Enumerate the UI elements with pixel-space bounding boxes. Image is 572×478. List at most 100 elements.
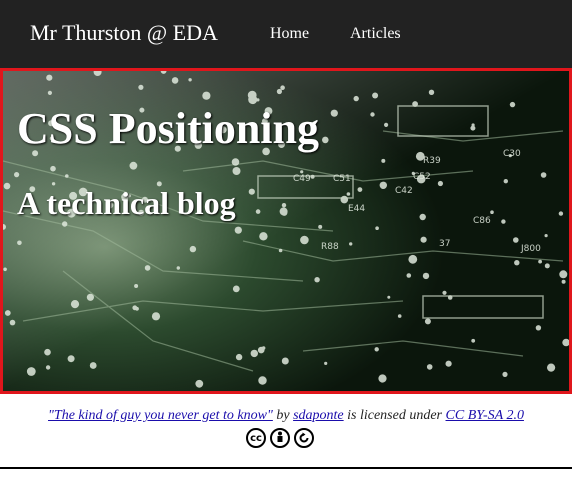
solder-dot — [232, 167, 241, 175]
solder-dot — [471, 338, 476, 343]
solder-dot — [340, 195, 349, 204]
board-label: C49 — [293, 174, 311, 184]
board-label: R88 — [321, 242, 339, 252]
solder-dot — [234, 226, 242, 234]
nav-link-home[interactable]: Home — [270, 25, 309, 43]
cc-icon[interactable]: cc — [246, 428, 266, 448]
solder-dot — [235, 353, 243, 361]
solder-dot — [86, 293, 94, 301]
solder-dot — [346, 192, 351, 196]
solder-dot — [151, 312, 161, 321]
solder-dot — [445, 360, 452, 367]
solder-dot — [318, 224, 323, 229]
solder-dot — [387, 295, 391, 299]
solder-dot — [232, 285, 240, 293]
hero-banner: C49 C51 E44 R88 C86 J800 37 C30 R39 C42 … — [0, 68, 572, 394]
solder-dot — [248, 188, 255, 195]
solder-dot — [44, 348, 51, 356]
solder-dot — [176, 266, 180, 270]
solder-dot — [426, 364, 433, 370]
license-icons: cc — [246, 428, 314, 448]
solder-dot — [188, 78, 192, 82]
solder-dot — [437, 180, 443, 187]
solder-dot — [513, 237, 519, 243]
nav-link-articles[interactable]: Articles — [350, 25, 401, 43]
solder-dot — [330, 109, 338, 117]
solder-dot — [280, 85, 285, 90]
solder-dot — [428, 89, 435, 95]
footer-divider — [0, 467, 572, 469]
solder-dot — [384, 122, 389, 127]
solder-dot — [281, 209, 288, 216]
solder-dot — [420, 236, 427, 243]
solder-dot — [378, 374, 387, 383]
solder-dot — [324, 361, 328, 365]
page-title: CSS Positioning — [17, 104, 319, 153]
solder-dot — [255, 209, 261, 214]
board-label: C52 — [413, 172, 431, 182]
author-link[interactable]: sdaponte — [293, 408, 344, 423]
solder-dot — [424, 318, 431, 325]
board-label: C51 — [333, 174, 351, 184]
solder-dot — [544, 234, 548, 238]
solder-dot — [419, 213, 426, 221]
solder-dot — [231, 158, 240, 166]
credit-licensed-text: is licensed under — [347, 408, 443, 423]
solder-dot — [375, 226, 379, 230]
image-credit: "The kind of guy you never get to know" … — [0, 408, 572, 424]
solder-dot — [50, 165, 56, 172]
solder-dot — [322, 136, 329, 144]
solder-dot — [357, 187, 363, 192]
solder-dot — [502, 371, 508, 377]
credit-by-text: by — [276, 408, 290, 423]
solder-dot — [47, 90, 53, 95]
top-navbar: Mr Thurston @ EDA Home Articles — [0, 0, 572, 68]
by-icon[interactable] — [270, 428, 290, 448]
solder-dot — [276, 88, 282, 95]
solder-dot — [250, 349, 258, 358]
solder-dot — [134, 284, 139, 288]
solder-dot — [408, 254, 418, 264]
solder-dot — [138, 84, 144, 90]
solder-dot — [202, 91, 211, 100]
license-link[interactable]: CC BY-SA 2.0 — [446, 408, 524, 423]
solder-dot — [65, 174, 69, 178]
solder-dot — [45, 365, 51, 370]
solder-dot — [349, 242, 353, 246]
solder-dot — [503, 179, 508, 184]
solder-dot — [470, 125, 476, 131]
solder-dot — [314, 277, 320, 283]
solder-dot — [558, 211, 564, 216]
solder-dot — [278, 248, 283, 253]
solder-dot — [67, 355, 75, 363]
solder-dot — [26, 367, 36, 376]
photo-title-link[interactable]: "The kind of guy you never get to know" — [48, 408, 273, 423]
solder-dot — [379, 181, 387, 189]
board-label: C30 — [503, 149, 521, 159]
sa-icon[interactable] — [294, 428, 314, 448]
solder-dot — [406, 273, 412, 278]
solder-dot — [3, 267, 7, 272]
solder-dot — [3, 182, 11, 190]
solder-dot — [129, 161, 138, 170]
board-label: E44 — [348, 204, 365, 214]
solder-dot — [397, 314, 402, 318]
solder-dot — [372, 92, 379, 99]
solder-dot — [381, 158, 386, 163]
board-label: R39 — [423, 156, 441, 166]
solder-dot — [540, 172, 547, 178]
solder-dot — [538, 259, 542, 264]
solder-dot — [300, 170, 304, 174]
board-label: C42 — [395, 186, 413, 196]
board-label: C86 — [473, 216, 491, 226]
page-subtitle: A technical blog — [17, 185, 236, 221]
site-brand[interactable]: Mr Thurston @ EDA — [30, 20, 218, 46]
solder-dot — [370, 112, 375, 117]
solder-dot — [544, 263, 550, 269]
solder-dot — [189, 245, 197, 253]
solder-dot — [547, 363, 556, 372]
solder-dot — [132, 305, 138, 311]
solder-dot — [559, 270, 568, 279]
solder-dot — [17, 240, 22, 246]
solder-dot — [144, 265, 151, 271]
